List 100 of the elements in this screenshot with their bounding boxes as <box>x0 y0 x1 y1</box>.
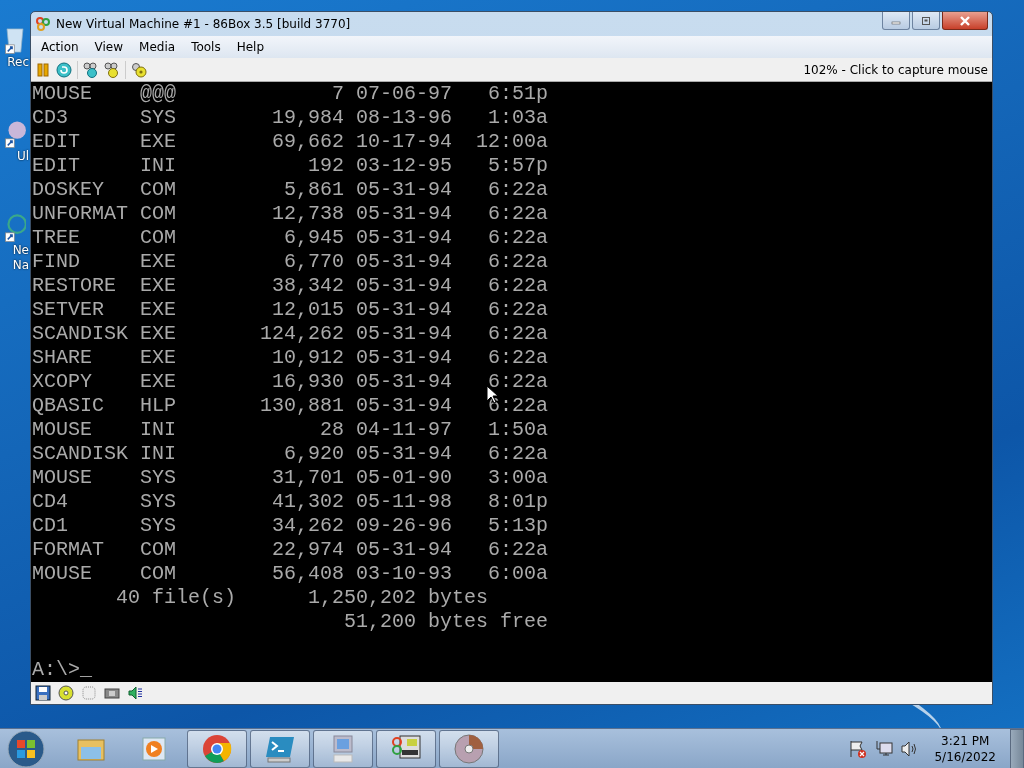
file-extension: SYS <box>140 106 176 130</box>
file-time: 3:00a <box>488 466 549 490</box>
file-time: 1:03a <box>488 106 549 130</box>
file-time: 12:00a <box>476 130 549 154</box>
file-date: 09-26-96 <box>356 514 453 538</box>
network-icon[interactable] <box>874 738 895 759</box>
file-size: 6,770 <box>283 250 345 274</box>
file-time: 6:22a <box>488 394 549 418</box>
file-date: 05-31-94 <box>356 274 453 298</box>
reset-icon[interactable] <box>56 61 72 78</box>
file-name: UNFORMAT <box>32 202 129 226</box>
file-name: MOUSE <box>32 418 93 442</box>
close-icon <box>959 15 971 26</box>
file-extension: INI <box>140 418 176 442</box>
file-date: 10-17-94 <box>356 130 453 154</box>
file-size: 192 <box>307 154 345 178</box>
file-extension: SYS <box>140 514 176 538</box>
file-date: 05-31-94 <box>356 346 453 370</box>
file-name: FORMAT <box>32 538 105 562</box>
file-extension: EXE <box>140 130 176 154</box>
file-size: 12,015 <box>271 298 345 322</box>
maximize-button[interactable] <box>912 12 940 30</box>
file-extension: HLP <box>140 394 176 418</box>
file-name: MOUSE <box>32 562 93 586</box>
file-time: 6:22a <box>488 538 549 562</box>
pause-icon[interactable] <box>35 61 51 78</box>
show-desktop-button[interactable] <box>1010 728 1024 768</box>
file-name: SCANDISK <box>32 442 129 466</box>
close-button[interactable] <box>942 12 988 30</box>
action-center-flag-icon[interactable] <box>848 738 869 759</box>
file-name: DOSKEY <box>32 178 105 202</box>
file-time: 6:22a <box>488 226 549 250</box>
command-prompt: A:\>_ <box>32 658 92 682</box>
file-size: 22,974 <box>271 538 345 562</box>
file-name: TREE <box>32 226 81 250</box>
file-date: 03-10-93 <box>356 562 453 586</box>
clock-date: 5/16/2022 <box>934 748 996 765</box>
menu-item[interactable]: View <box>86 40 132 54</box>
file-name: RESTORE <box>32 274 117 298</box>
desktop-icon-label: Na <box>12 258 29 273</box>
restore-icon <box>921 15 931 26</box>
file-size: 41,302 <box>271 490 345 514</box>
chrome-icon <box>201 732 233 765</box>
taskbar-button[interactable] <box>376 729 436 768</box>
file-size: 5,861 <box>283 178 345 202</box>
speaker-icon[interactable] <box>127 685 143 701</box>
disc-icon <box>453 732 485 765</box>
file-extension: COM <box>140 538 176 562</box>
file-date: 05-31-94 <box>356 178 453 202</box>
file-time: 6:22a <box>488 298 549 322</box>
free-bytes: 51,200 bytes free <box>344 610 549 634</box>
desktop-icon-label: Rec <box>7 55 29 70</box>
file-name: CD3 <box>32 106 69 130</box>
file-extension: SYS <box>140 490 176 514</box>
desktop-icon-label: Ul <box>16 149 29 164</box>
clock-time: 3:21 PM <box>941 732 990 749</box>
desktop-shortcut-icon[interactable] <box>4 26 26 55</box>
file-name: XCOPY <box>32 370 93 394</box>
file-name: QBASIC <box>32 394 105 418</box>
menu-item[interactable]: Action <box>33 40 87 54</box>
menu-item[interactable]: Media <box>131 40 184 54</box>
file-extension: EXE <box>140 346 176 370</box>
file-date: 07-06-97 <box>356 82 453 106</box>
minimize-button[interactable] <box>882 12 910 30</box>
desktop-icon-label: Ne <box>12 243 29 258</box>
file-name: MOUSE <box>32 466 93 490</box>
file-name: SETVER <box>32 298 105 322</box>
file-date: 05-31-94 <box>356 538 453 562</box>
file-date: 05-31-94 <box>356 370 453 394</box>
file-extension: INI <box>140 154 176 178</box>
file-size: 16,930 <box>271 370 345 394</box>
desktop-shortcut-icon[interactable] <box>4 120 26 149</box>
file-name: SCANDISK <box>32 322 129 346</box>
file-date: 05-31-94 <box>356 394 453 418</box>
network-card-icon[interactable] <box>104 685 120 701</box>
file-extension: EXE <box>140 322 176 346</box>
file-time: 6:22a <box>488 370 549 394</box>
file-size: 56,408 <box>271 562 345 586</box>
file-time: 6:51p <box>488 82 549 106</box>
file-extension: COM <box>140 226 176 250</box>
desktop-shortcut-icon[interactable] <box>4 214 26 243</box>
file-time: 6:22a <box>488 274 549 298</box>
file-count: 40 file(s) <box>116 586 237 610</box>
file-name: CD4 <box>32 490 69 514</box>
settings-icon[interactable] <box>131 61 147 78</box>
file-date: 05-11-98 <box>356 490 453 514</box>
file-date: 04-11-97 <box>356 418 453 442</box>
file-name: SHARE <box>32 346 93 370</box>
app-icon <box>35 16 51 32</box>
file-extension: EXE <box>140 370 176 394</box>
file-time: 6:22a <box>488 322 549 346</box>
menu-item[interactable]: Help <box>228 40 273 54</box>
file-extension: @@@ <box>140 82 176 106</box>
file-time: 5:57p <box>488 154 549 178</box>
file-name: CD1 <box>32 514 69 538</box>
cd-icon[interactable] <box>58 685 74 701</box>
file-extension: COM <box>140 178 176 202</box>
menu-item[interactable]: Tools <box>183 40 229 54</box>
file-date: 03-12-95 <box>356 154 453 178</box>
clock[interactable]: 3:21 PM 5/16/2022 <box>926 732 1004 765</box>
